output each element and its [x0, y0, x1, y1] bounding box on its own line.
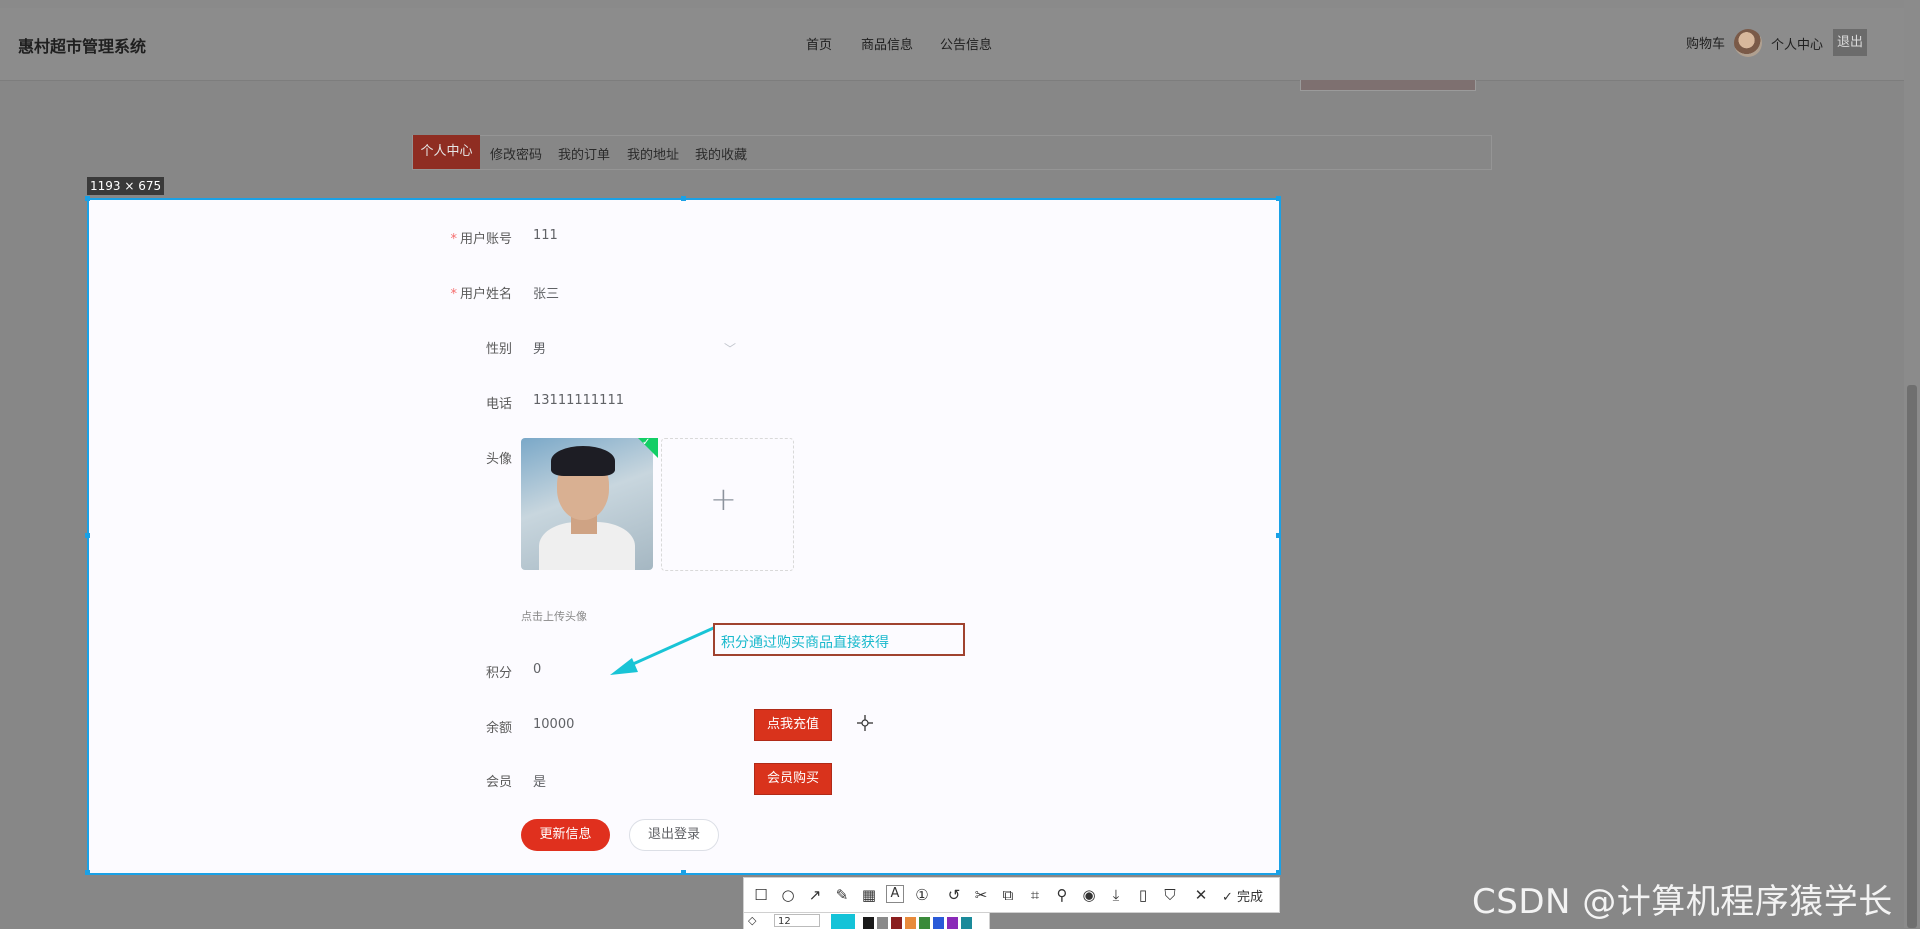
points-label: 积分	[485, 666, 512, 681]
resize-handle[interactable]	[681, 196, 686, 201]
user-avatar[interactable]	[1734, 29, 1762, 57]
resize-handle[interactable]	[85, 533, 90, 538]
color-swatch[interactable]	[947, 917, 958, 929]
personal-center-link[interactable]: 个人中心	[1771, 34, 1823, 53]
upload-hint: 点击上传头像	[521, 610, 587, 623]
top-strip	[0, 0, 1920, 8]
number-icon[interactable]: ①	[912, 885, 932, 905]
site-title: 惠村超市管理系统	[18, 37, 147, 56]
banner-image-edge	[1300, 80, 1476, 91]
tab-change-password[interactable]: 修改密码	[490, 144, 542, 163]
color-swatch[interactable]	[877, 917, 888, 929]
translate-icon[interactable]: ⧉	[998, 885, 1018, 905]
tab-my-address[interactable]: 我的地址	[627, 144, 679, 163]
recharge-button[interactable]: 点我充值	[754, 709, 832, 741]
undo-icon[interactable]: ↺	[944, 885, 964, 905]
plus-icon[interactable]: +	[710, 480, 737, 518]
points-field[interactable]: 0	[533, 662, 541, 677]
update-info-button[interactable]: 更新信息	[521, 819, 610, 851]
close-icon[interactable]: ✕	[1191, 885, 1211, 905]
rectangle-icon[interactable]: ☐	[751, 885, 771, 905]
check-icon: ✓	[642, 437, 651, 448]
phone-label: 电话	[485, 397, 512, 412]
logout-account-button[interactable]: 退出登录	[629, 819, 719, 851]
pencil-icon[interactable]: ✎	[832, 885, 852, 905]
annotation-text: 积分通过购买商品直接获得	[721, 635, 889, 651]
account-field[interactable]: 111	[533, 228, 558, 243]
avatar-image[interactable]	[521, 438, 653, 570]
watermark: CSDN @计算机程序猿学长	[1472, 882, 1893, 922]
download-icon[interactable]: ⤓	[1106, 885, 1126, 905]
name-label: * 用户姓名	[450, 287, 512, 302]
resize-handle[interactable]	[1276, 533, 1281, 538]
nav-notices[interactable]: 公告信息	[940, 34, 992, 53]
capture-size-label: 1193 × 675	[87, 177, 165, 195]
balance-label: 余额	[485, 721, 512, 736]
balance-field[interactable]: 10000	[533, 717, 574, 732]
ellipse-icon[interactable]: ○	[778, 885, 798, 905]
crosshair-icon	[857, 715, 873, 731]
screenshot-toolbar: ☐ ○ ↗ ✎ ▦ A ① ↺ ✂ ⧉ ⌗ ⚲ ◉ ⤓ ▯ ⛉ ✕ ✓ 完成	[743, 877, 1280, 913]
gender-select[interactable]: 男	[533, 338, 546, 357]
done-button[interactable]: ✓ 完成	[1222, 886, 1263, 905]
tab-my-favorites[interactable]: 我的收藏	[695, 144, 747, 163]
resize-handle[interactable]	[1276, 196, 1281, 201]
pin-icon[interactable]: ⚲	[1052, 885, 1072, 905]
color-swatch-selected[interactable]	[831, 914, 855, 929]
color-swatch[interactable]	[863, 917, 874, 929]
resize-handle[interactable]	[85, 196, 90, 201]
check-icon: ✓	[1222, 890, 1233, 905]
text-icon[interactable]: A	[886, 885, 904, 903]
nav-products[interactable]: 商品信息	[861, 34, 913, 53]
chevron-down-icon[interactable]: ﹀	[724, 340, 736, 357]
member-label: 会员	[485, 775, 512, 790]
resize-handle[interactable]	[1276, 870, 1281, 875]
cart-link[interactable]: 购物车	[1686, 33, 1725, 52]
record-icon[interactable]: ◉	[1079, 885, 1099, 905]
color-swatch[interactable]	[919, 917, 930, 929]
avatar-label: 头像	[485, 452, 512, 467]
gender-label: 性别	[485, 342, 512, 357]
scissor-icon[interactable]: ✂	[971, 885, 991, 905]
color-toolbar: ◇ 12	[743, 912, 990, 929]
color-swatch[interactable]	[961, 917, 972, 929]
member-field[interactable]: 是	[533, 771, 546, 790]
long-screenshot-icon[interactable]: ▯	[1133, 885, 1153, 905]
color-swatch[interactable]	[905, 917, 916, 929]
color-swatch[interactable]	[891, 917, 902, 929]
mosaic-icon[interactable]: ▦	[859, 885, 879, 905]
color-swatch[interactable]	[933, 917, 944, 929]
resize-handle[interactable]	[681, 870, 686, 875]
resize-handle[interactable]	[85, 870, 90, 875]
buy-membership-button[interactable]: 会员购买	[754, 763, 832, 795]
account-label: * 用户账号	[450, 232, 512, 247]
tab-my-orders[interactable]: 我的订单	[558, 144, 610, 163]
arrow-icon[interactable]: ↗	[805, 885, 825, 905]
annotation-arrow	[610, 624, 719, 675]
scrollbar-thumb[interactable]	[1907, 385, 1917, 928]
font-size-select[interactable]: 12	[774, 914, 820, 927]
phone-field[interactable]: 13111111111	[533, 393, 624, 408]
nav-home[interactable]: 首页	[806, 34, 832, 53]
logout-button[interactable]: 退出	[1833, 29, 1867, 56]
name-field[interactable]: 张三	[533, 283, 559, 302]
bookmark-icon[interactable]: ⛉	[1160, 885, 1180, 905]
font-size-icon: ◇	[748, 914, 757, 927]
ocr-icon[interactable]: ⌗	[1025, 885, 1045, 905]
tab-personal-center[interactable]: 个人中心	[413, 135, 480, 169]
